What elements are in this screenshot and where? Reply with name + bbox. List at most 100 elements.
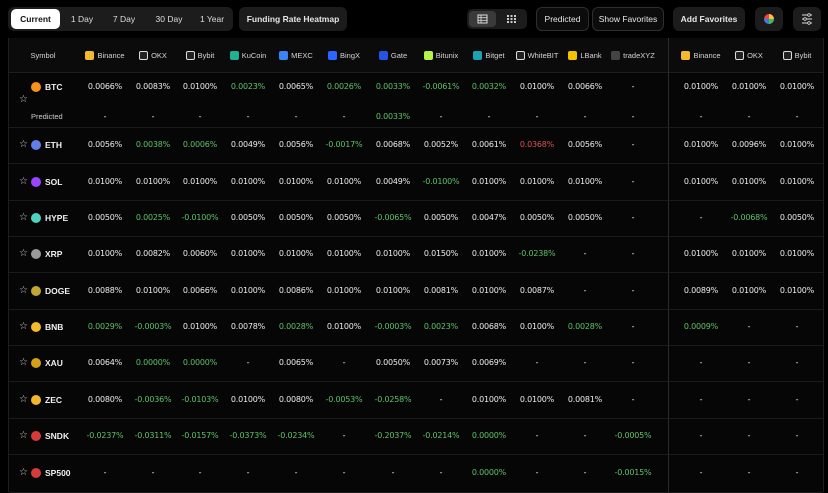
funding-rate-cell[interactable]: 0.0100%	[678, 177, 724, 186]
funding-rate-cell[interactable]: 0.0073%	[418, 358, 464, 367]
funding-rate-cell[interactable]: -0.0100%	[418, 177, 464, 186]
funding-rate-cell[interactable]: 0.0064%	[82, 358, 128, 367]
funding-rate-cell[interactable]: 0.0056%	[562, 140, 608, 149]
funding-rate-cell[interactable]: 0.0078%	[225, 322, 271, 331]
funding-rate-cell[interactable]: 0.0000%	[130, 358, 176, 367]
funding-rate-cell[interactable]: -	[562, 249, 608, 258]
funding-rate-cell[interactable]: 0.0028%	[273, 322, 319, 331]
funding-rate-heatmap-button[interactable]: Funding Rate Heatmap	[239, 7, 347, 31]
funding-rate-cell[interactable]: -	[562, 468, 608, 477]
favorite-star-icon[interactable]: ☆	[19, 140, 28, 150]
funding-rate-cell[interactable]: -0.0003%	[130, 322, 176, 331]
coin-symbol[interactable]: BNB	[31, 322, 63, 332]
funding-rate-cell[interactable]: -0.0036%	[130, 395, 176, 404]
funding-rate-cell[interactable]: 0.0049%	[370, 177, 416, 186]
funding-rate-cell[interactable]: 0.0100%	[225, 177, 271, 186]
funding-rate-cell[interactable]: -	[321, 431, 367, 440]
funding-rate-cell[interactable]: 0.0100%	[321, 177, 367, 186]
funding-rate-cell[interactable]: 0.0050%	[370, 358, 416, 367]
funding-rate-cell[interactable]: -0.2037%	[370, 431, 416, 440]
favorite-star-icon[interactable]: ☆	[19, 286, 28, 296]
funding-rate-cell[interactable]: 0.0069%	[466, 358, 512, 367]
funding-rate-cell[interactable]: -	[273, 468, 319, 477]
funding-rate-cell[interactable]: 0.0032%	[466, 82, 512, 91]
funding-rate-cell[interactable]: 0.0100%	[370, 286, 416, 295]
funding-rate-cell[interactable]: -	[610, 395, 656, 404]
funding-rate-cell[interactable]: 0.0081%	[562, 395, 608, 404]
funding-rate-cell[interactable]: 0.0100%	[774, 82, 820, 91]
coin-symbol[interactable]: ZEC	[31, 395, 62, 405]
funding-rate-cell[interactable]: 0.0080%	[273, 395, 319, 404]
funding-rate-cell[interactable]: 0.0050%	[774, 213, 820, 222]
funding-rate-cell[interactable]: 0.0100%	[774, 140, 820, 149]
funding-rate-cell[interactable]: 0.0060%	[177, 249, 223, 258]
funding-rate-cell[interactable]: 0.0089%	[678, 286, 724, 295]
funding-rate-cell[interactable]: -	[130, 112, 176, 121]
funding-rate-cell[interactable]: 0.0100%	[321, 322, 367, 331]
funding-rate-cell[interactable]: -0.0214%	[418, 431, 464, 440]
funding-rate-cell[interactable]: 0.0052%	[418, 140, 464, 149]
coin-symbol[interactable]: HYPE	[31, 213, 68, 223]
range-1year-button[interactable]: 1 Year	[194, 9, 230, 29]
funding-rate-cell[interactable]: -	[418, 395, 464, 404]
funding-rate-cell[interactable]: -	[321, 112, 367, 121]
funding-rate-cell[interactable]: -	[82, 468, 128, 477]
funding-rate-cell[interactable]: 0.0096%	[726, 140, 772, 149]
funding-rate-cell[interactable]: 0.0100%	[177, 177, 223, 186]
coin-symbol[interactable]: SOL	[31, 177, 62, 187]
funding-rate-cell[interactable]: -0.0103%	[177, 395, 223, 404]
funding-rate-cell[interactable]: -	[418, 468, 464, 477]
funding-rate-cell[interactable]: 0.0100%	[82, 177, 128, 186]
funding-rate-cell[interactable]: 0.0100%	[514, 395, 560, 404]
funding-rate-cell[interactable]: 0.0100%	[225, 395, 271, 404]
funding-rate-cell[interactable]: 0.0100%	[273, 249, 319, 258]
funding-rate-cell[interactable]: 0.0100%	[678, 140, 724, 149]
funding-rate-cell[interactable]: -0.0053%	[321, 395, 367, 404]
funding-rate-cell[interactable]: -	[177, 112, 223, 121]
funding-rate-cell[interactable]: -	[514, 112, 560, 121]
favorite-star-icon[interactable]: ☆	[19, 249, 28, 259]
funding-rate-cell[interactable]: -	[225, 112, 271, 121]
range-1day-button[interactable]: 1 Day	[64, 9, 100, 29]
funding-rate-cell[interactable]: -	[225, 468, 271, 477]
favorite-star-icon[interactable]: ☆	[19, 358, 28, 368]
funding-rate-cell[interactable]: -	[726, 358, 772, 367]
exchange-header-mexc[interactable]: MEXC	[273, 48, 319, 62]
funding-rate-cell[interactable]: -	[273, 112, 319, 121]
coin-symbol[interactable]: DOGE	[31, 286, 70, 296]
funding-rate-cell[interactable]: 0.0100%	[177, 322, 223, 331]
funding-rate-cell[interactable]: 0.0087%	[514, 286, 560, 295]
funding-rate-cell[interactable]: -0.0238%	[514, 249, 560, 258]
funding-rate-cell[interactable]: -	[466, 112, 512, 121]
exchange-header-okx[interactable]: OKX	[130, 48, 176, 62]
funding-rate-cell[interactable]: 0.0100%	[82, 249, 128, 258]
funding-rate-cell[interactable]: 0.0006%	[177, 140, 223, 149]
range-current-button[interactable]: Current	[11, 9, 60, 29]
funding-rate-cell[interactable]: -	[726, 468, 772, 477]
exchange-header-tradexyz[interactable]: tradeXYZ	[610, 48, 656, 62]
funding-rate-cell[interactable]: 0.0100%	[370, 249, 416, 258]
funding-rate-cell[interactable]: -	[177, 468, 223, 477]
funding-rate-cell[interactable]: -	[726, 322, 772, 331]
funding-rate-cell[interactable]: 0.0100%	[273, 177, 319, 186]
funding-rate-cell[interactable]: -	[514, 358, 560, 367]
grid-view-button[interactable]	[498, 11, 525, 27]
funding-rate-cell[interactable]: -0.0017%	[321, 140, 367, 149]
funding-rate-cell[interactable]: 0.0368%	[514, 140, 560, 149]
funding-rate-cell[interactable]: 0.0100%	[514, 82, 560, 91]
funding-rate-cell[interactable]: -	[678, 431, 724, 440]
show-favorites-button[interactable]: Show Favorites	[592, 7, 664, 31]
funding-rate-cell[interactable]: 0.0100%	[130, 286, 176, 295]
coin-symbol[interactable]: SNDK	[31, 431, 69, 441]
exchange-header-bingx[interactable]: BingX	[321, 48, 367, 62]
funding-rate-cell[interactable]: 0.0000%	[466, 468, 512, 477]
funding-rate-cell[interactable]: -	[610, 140, 656, 149]
funding-rate-cell[interactable]: -	[774, 468, 820, 477]
funding-rate-cell[interactable]: 0.0028%	[562, 322, 608, 331]
funding-rate-cell[interactable]: 0.0100%	[466, 286, 512, 295]
funding-rate-cell[interactable]: 0.0100%	[562, 177, 608, 186]
table-row-zec[interactable]: ☆ ZEC 0.0080% -0.0036% -0.0103% 0.0100% 0.0080…	[9, 381, 823, 419]
favorite-star-icon[interactable]: ☆	[19, 213, 28, 223]
funding-rate-cell[interactable]: 0.0100%	[321, 249, 367, 258]
funding-rate-cell[interactable]: -0.0100%	[177, 213, 223, 222]
